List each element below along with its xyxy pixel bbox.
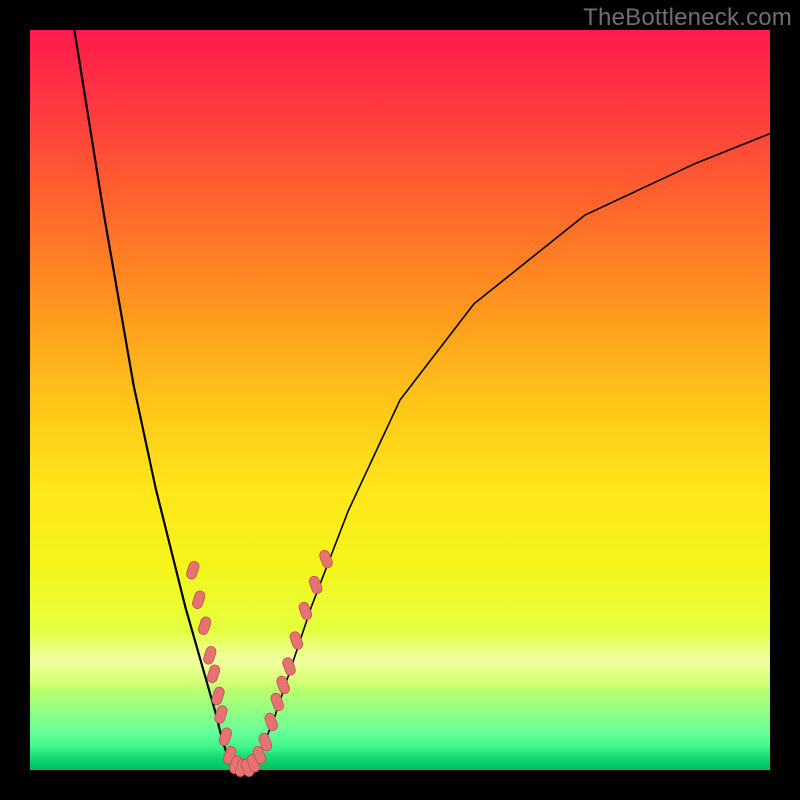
right-curve	[252, 134, 770, 770]
chart-svg	[30, 30, 770, 770]
data-marker	[210, 686, 225, 706]
data-marker	[202, 645, 217, 665]
watermark-text: TheBottleneck.com	[583, 4, 792, 32]
data-marker	[185, 560, 200, 580]
data-marker	[213, 704, 228, 724]
data-marker	[206, 664, 221, 684]
data-marker	[197, 616, 212, 636]
chart-frame: TheBottleneck.com	[0, 0, 800, 800]
data-marker	[318, 549, 334, 569]
data-marker	[263, 712, 279, 732]
data-markers	[185, 549, 334, 778]
data-marker	[191, 590, 206, 610]
data-marker	[308, 575, 324, 595]
data-marker	[298, 601, 314, 621]
data-marker	[275, 675, 291, 695]
plot-area	[30, 30, 770, 770]
